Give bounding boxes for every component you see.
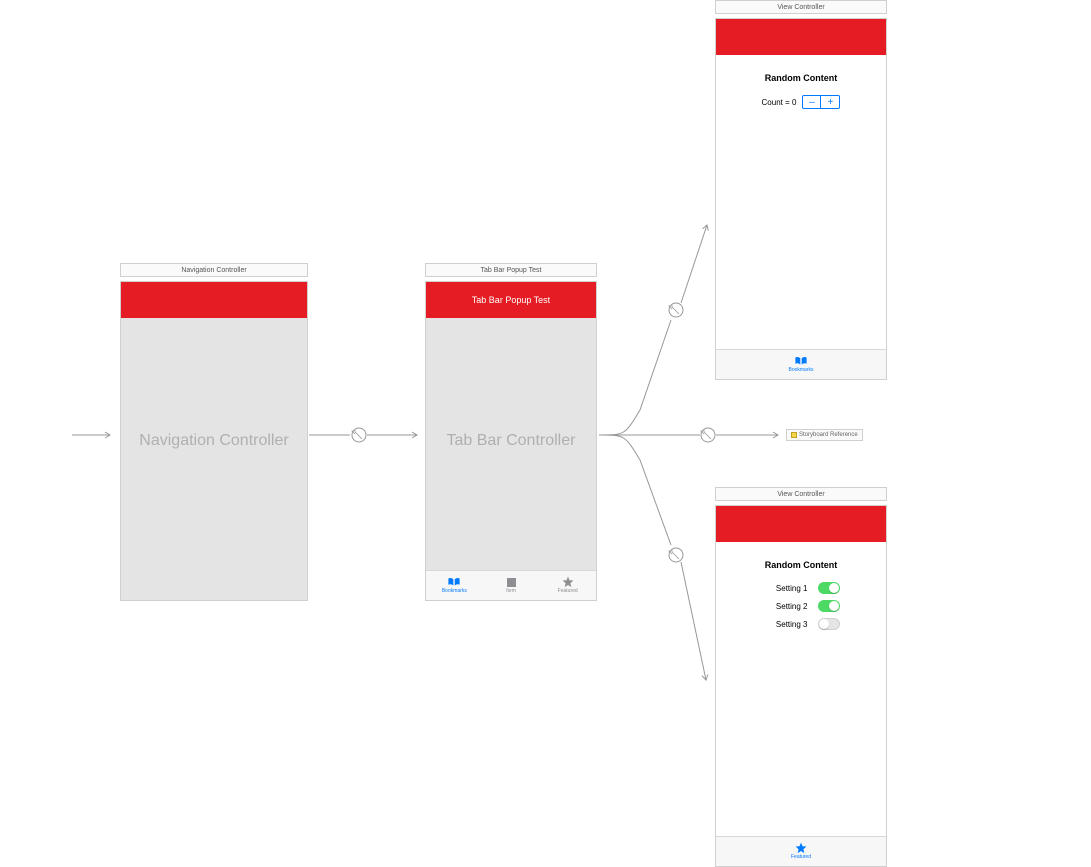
scene-title: View Controller	[715, 0, 887, 14]
tab-featured[interactable]: Featured	[539, 571, 596, 600]
tab-label: Featured	[558, 588, 578, 594]
storyboard-ref-label: Storyboard Reference	[799, 432, 858, 438]
scene-view-controller-2: View Controller Random Content Setting 1…	[715, 487, 887, 867]
stepper-minus-button[interactable]: –	[803, 96, 821, 108]
setting-label: Setting 1	[763, 584, 808, 593]
scene-body[interactable]: Tab Bar Popup Test Tab Bar Controller Bo…	[425, 281, 597, 601]
content-area: Random Content Count = 0 – +	[716, 55, 886, 349]
count-stepper[interactable]: – +	[802, 95, 840, 109]
star-icon	[794, 843, 808, 853]
count-row: Count = 0 – +	[726, 95, 876, 109]
scene-tab-bar-controller: Tab Bar Popup Test Tab Bar Popup Test Ta…	[425, 263, 597, 601]
book-icon	[794, 356, 808, 366]
navigation-bar	[716, 506, 886, 542]
tab-label: Item	[506, 588, 516, 594]
setting-row: Setting 2	[726, 600, 876, 612]
switch-knob	[829, 601, 839, 611]
scene-title: Navigation Controller	[120, 263, 308, 277]
storyboard-reference[interactable]: Storyboard Reference	[786, 429, 863, 441]
book-icon	[447, 577, 461, 587]
heading-label: Random Content	[726, 73, 876, 83]
scene-body[interactable]: Random Content Count = 0 – + Bookmarks	[715, 18, 887, 380]
placeholder-label: Navigation Controller	[121, 282, 307, 600]
star-icon	[561, 577, 575, 587]
setting-label: Setting 3	[763, 620, 808, 629]
scene-navigation-controller: Navigation Controller Navigation Control…	[120, 263, 308, 601]
scene-title: View Controller	[715, 487, 887, 501]
scene-body[interactable]: Navigation Controller	[120, 281, 308, 601]
tab-label: Bookmarks	[442, 588, 467, 594]
heading-label: Random Content	[726, 560, 876, 570]
setting-switch[interactable]	[818, 600, 840, 612]
tab-bookmarks[interactable]: Bookmarks	[788, 350, 813, 379]
placeholder-label: Tab Bar Controller	[426, 282, 596, 600]
setting-label: Setting 2	[763, 602, 808, 611]
storyboard-icon	[791, 432, 797, 438]
scene-title: Tab Bar Popup Test	[425, 263, 597, 277]
setting-row: Setting 3	[726, 618, 876, 630]
count-label: Count = 0	[762, 98, 797, 107]
scene-body[interactable]: Random Content Setting 1 Setting 2 Setting…	[715, 505, 887, 867]
tab-label: Bookmarks	[788, 367, 813, 373]
tab-bar: Bookmarks Item Featured	[426, 570, 596, 600]
scene-view-controller-1: View Controller Random Content Count = 0…	[715, 0, 887, 380]
square-icon	[504, 577, 518, 587]
switch-knob	[829, 583, 839, 593]
switch-knob	[819, 619, 829, 629]
tab-bookmarks[interactable]: Bookmarks	[426, 571, 483, 600]
setting-row: Setting 1	[726, 582, 876, 594]
setting-switch[interactable]	[818, 618, 840, 630]
setting-switch[interactable]	[818, 582, 840, 594]
tab-bar: Bookmarks	[716, 349, 886, 379]
tab-item[interactable]: Item	[483, 571, 540, 600]
stepper-plus-button[interactable]: +	[821, 96, 839, 108]
content-area: Random Content Setting 1 Setting 2 Setting…	[716, 542, 886, 836]
tab-label: Featured	[791, 854, 811, 860]
navigation-bar	[716, 19, 886, 55]
